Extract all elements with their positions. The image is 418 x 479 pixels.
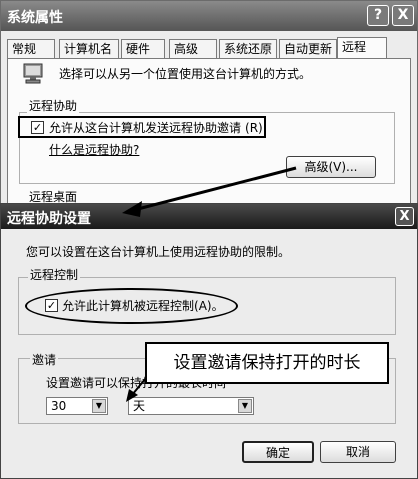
checkmark-icon: ✓ [46, 299, 57, 312]
allow-remote-control-text: 允许此计算机被远程控制 [62, 299, 195, 313]
ok-button[interactable]: 确定 [242, 441, 314, 463]
computer-icon [23, 63, 43, 84]
allow-invitations-accelerator: (R) [245, 121, 263, 135]
duration-unit-select[interactable]: 天 ▼ [128, 397, 254, 415]
duration-unit-value: 天 [133, 399, 146, 413]
duration-number-value: 30 [51, 399, 67, 413]
dialog-close-button[interactable]: X [395, 207, 414, 226]
allow-remote-control-checkbox[interactable]: ✓ [45, 299, 58, 312]
annotation-callout: 设置邀请保持打开的时长 [145, 342, 389, 384]
allow-invitations-label[interactable]: 允许从这台计算机发送远程协助邀请 (R) [49, 119, 263, 136]
what-is-remote-assistance-link[interactable]: 什么是远程协助? [49, 141, 139, 158]
tab-computer-name[interactable]: 计算机名 [59, 39, 119, 59]
advanced-settings-button[interactable]: 高级(V)... [286, 156, 376, 178]
dialog-titlebar[interactable]: 远程协助设置 X [1, 204, 417, 229]
checkmark-icon: ✓ [32, 121, 43, 134]
window-title: 系统属性 [7, 10, 63, 26]
invitation-duration-text: 设置邀请可以保持 [46, 376, 143, 390]
duration-number-select[interactable]: 30 ▼ [46, 397, 108, 415]
remote-control-group-label: 远程控制 [28, 266, 81, 283]
remote-assistance-group-label: 远程协助 [27, 97, 80, 114]
dialog-title: 远程协助设置 [7, 211, 91, 227]
tab-hardware[interactable]: 硬件 [121, 39, 165, 59]
invitation-group-label: 邀请 [30, 351, 59, 368]
allow-remote-control-accelerator: (A)。 [194, 299, 224, 313]
chevron-down-icon[interactable]: ▼ [238, 399, 252, 413]
tab-auto-update[interactable]: 自动更新 [279, 39, 337, 59]
tab-remote[interactable]: 远程 [337, 37, 387, 60]
allow-invitations-text: 允许从这台计算机发送远程协助邀请 [49, 121, 242, 135]
tab-strip: 常规 计算机名 硬件 高级 系统还原 自动更新 远程 [7, 37, 411, 60]
chevron-down-icon[interactable]: ▼ [92, 399, 106, 413]
help-button[interactable]: ? [367, 5, 389, 26]
tab-general[interactable]: 常规 [7, 39, 55, 59]
allow-remote-control-label[interactable]: 允许此计算机被远程控制(A)。 [62, 297, 224, 314]
remote-tab-description: 选择可以从另一个位置使用这台计算机的方式。 [59, 67, 312, 81]
close-button[interactable]: X [392, 5, 414, 26]
dialog-description: 您可以设置在这台计算机上使用远程协助的限制。 [26, 245, 291, 259]
system-properties-titlebar[interactable]: 系统属性 ? X [1, 1, 417, 31]
cancel-button[interactable]: 取消 [320, 441, 396, 463]
tab-system-restore[interactable]: 系统还原 [219, 39, 277, 59]
tab-advanced[interactable]: 高级 [169, 39, 217, 59]
allow-invitations-checkbox[interactable]: ✓ [31, 121, 44, 134]
